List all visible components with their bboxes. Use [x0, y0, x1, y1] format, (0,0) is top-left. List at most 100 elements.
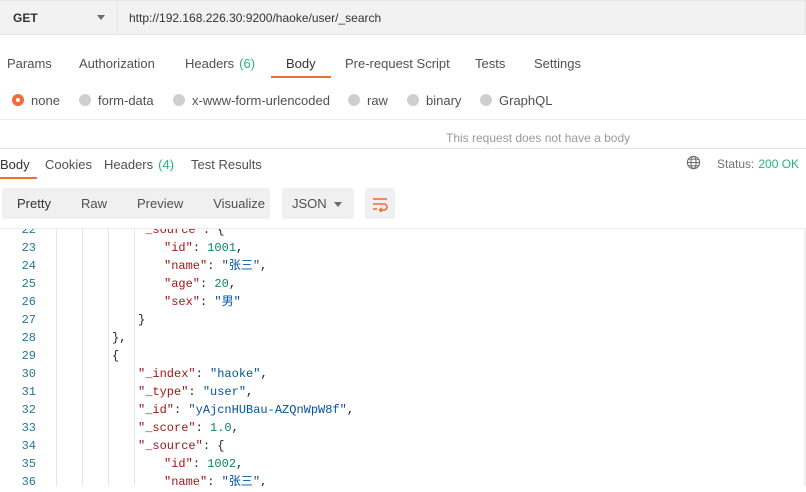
- radio-dot-icon: [173, 94, 185, 106]
- json-punc-token: :: [188, 385, 203, 399]
- code-line: 33 "_score": 1.0,: [0, 419, 806, 437]
- radio-graphql[interactable]: GraphQL: [480, 88, 552, 112]
- json-punc-token: :: [207, 475, 222, 486]
- json-key-token: "age": [164, 277, 201, 291]
- tab-pre-request-script[interactable]: Pre-request Script: [345, 48, 450, 78]
- tab-body[interactable]: Body: [271, 48, 331, 78]
- view-mode-raw[interactable]: Raw: [66, 188, 122, 219]
- view-mode-preview[interactable]: Preview: [122, 188, 198, 219]
- code-text: "_type": "user",: [138, 383, 253, 401]
- tab-tests[interactable]: Tests: [475, 48, 505, 78]
- radio-form-data[interactable]: form-data: [79, 88, 154, 112]
- method-select[interactable]: GET: [0, 0, 118, 35]
- code-text: "age": 20,: [164, 275, 236, 293]
- code-line: 35 "id": 1002,: [0, 455, 806, 473]
- code-line: 25 "age": 20,: [0, 275, 806, 293]
- radio-dot-icon: [480, 94, 492, 106]
- radio-binary[interactable]: binary: [407, 88, 461, 112]
- url-input[interactable]: http://192.168.226.30:9200/haoke/user/_s…: [118, 0, 806, 35]
- tab-settings[interactable]: Settings: [534, 48, 581, 78]
- json-num-token: 1.0: [210, 421, 232, 435]
- wrap-lines-icon: [373, 197, 388, 212]
- response-status: Status: 200 OK: [717, 149, 799, 179]
- line-number: 34: [21, 439, 36, 453]
- line-number: 22: [21, 228, 36, 237]
- json-str-token: "user": [202, 385, 247, 399]
- json-punc-token: ,: [260, 475, 268, 486]
- tab-label: Body: [0, 156, 30, 172]
- response-tab-headers[interactable]: Headers (4): [104, 149, 174, 179]
- json-key-token: "name": [164, 259, 208, 273]
- radio-label: x-www-form-urlencoded: [192, 92, 330, 108]
- json-punc-token: {: [112, 349, 120, 363]
- view-mode-pretty[interactable]: Pretty: [2, 188, 66, 219]
- code-text: },: [112, 329, 126, 347]
- line-number: 24: [21, 259, 36, 273]
- radio-dot-icon: [12, 94, 24, 106]
- wrap-lines-button[interactable]: [365, 188, 395, 219]
- json-str-token: "张三": [221, 259, 261, 273]
- radio-x-www-form-urlencoded[interactable]: x-www-form-urlencoded: [173, 88, 330, 112]
- format-select[interactable]: JSON: [282, 188, 354, 219]
- json-key-token: "_source": [138, 228, 203, 237]
- json-punc-token: ,: [260, 259, 268, 273]
- code-line: 30 "_index": "haoke",: [0, 365, 806, 383]
- status-label: Status:: [717, 157, 755, 171]
- json-key-token: "id": [164, 241, 193, 255]
- json-punc-token: :: [192, 457, 208, 471]
- tab-label: Tests: [475, 55, 506, 71]
- json-punc-token: :: [192, 241, 208, 255]
- line-number: 36: [21, 475, 36, 486]
- json-punc-token: }: [138, 313, 146, 327]
- json-punc-token: : {: [202, 228, 225, 237]
- code-line: 24 "name": "张三",: [0, 257, 806, 275]
- json-punc-token: ,: [246, 385, 254, 399]
- code-text: }: [138, 311, 145, 329]
- response-tab-cookies[interactable]: Cookies: [45, 149, 92, 179]
- line-number: 26: [21, 295, 36, 309]
- json-key-token: "_index": [138, 367, 196, 381]
- code-text: "_id": "yAjcnHUBau-AZQnWpW8f",: [138, 401, 354, 419]
- code-line: 22 "_source": {: [0, 228, 806, 239]
- radio-label: form-data: [98, 92, 154, 108]
- globe-icon[interactable]: [686, 155, 701, 170]
- tab-label: Pre-request Script: [345, 55, 450, 71]
- code-line: 28},: [0, 329, 806, 347]
- json-punc-token: ,: [236, 241, 244, 255]
- tab-label: Body: [286, 55, 316, 71]
- json-key-token: "name": [164, 475, 208, 486]
- json-str-token: "haoke": [210, 367, 261, 381]
- json-punc-token: ,: [346, 403, 355, 417]
- response-body-viewer[interactable]: 22 "_source": {23 "id": 1001, 24 "name": "张三…: [0, 228, 806, 486]
- tab-headers[interactable]: Headers (6): [185, 48, 255, 78]
- response-tab-body[interactable]: Body: [0, 149, 37, 179]
- radio-none[interactable]: none: [12, 88, 60, 112]
- code-text: "sex": "男": [164, 293, 241, 311]
- view-mode-visualize[interactable]: Visualize: [198, 188, 280, 219]
- radio-dot-icon: [79, 94, 91, 106]
- method-label: GET: [13, 10, 38, 25]
- json-punc-token: ,: [236, 457, 244, 471]
- tab-params[interactable]: Params: [7, 48, 52, 78]
- code-text: "name": "张三",: [164, 473, 267, 486]
- json-punc-token: ,: [231, 421, 239, 435]
- json-num-token: 1002: [207, 457, 237, 471]
- json-punc-token: :: [200, 277, 215, 291]
- json-key-token: "_type": [138, 385, 189, 399]
- active-tab-indicator: [0, 177, 37, 179]
- code-text: "_score": 1.0,: [138, 419, 239, 437]
- json-str-token: "男": [214, 295, 241, 309]
- json-punc-token: :: [174, 403, 189, 417]
- code-line: 36 "name": "张三",: [0, 473, 806, 486]
- tab-label: Settings: [534, 55, 581, 71]
- body-type-radios: none form-data x-www-form-urlencoded raw…: [0, 88, 806, 112]
- tab-authorization[interactable]: Authorization: [79, 48, 155, 78]
- request-url-row: GET http://192.168.226.30:9200/haoke/use…: [0, 0, 806, 36]
- line-number: 23: [21, 241, 36, 255]
- status-code[interactable]: 200 OK: [758, 157, 799, 171]
- response-tab-test-results[interactable]: Test Results: [191, 149, 262, 179]
- json-punc-token: :: [200, 295, 215, 309]
- radio-raw[interactable]: raw: [348, 88, 388, 112]
- code-text: "id": 1001,: [164, 239, 243, 257]
- response-toolbar: Pretty Raw Preview Visualize JSON: [0, 188, 806, 220]
